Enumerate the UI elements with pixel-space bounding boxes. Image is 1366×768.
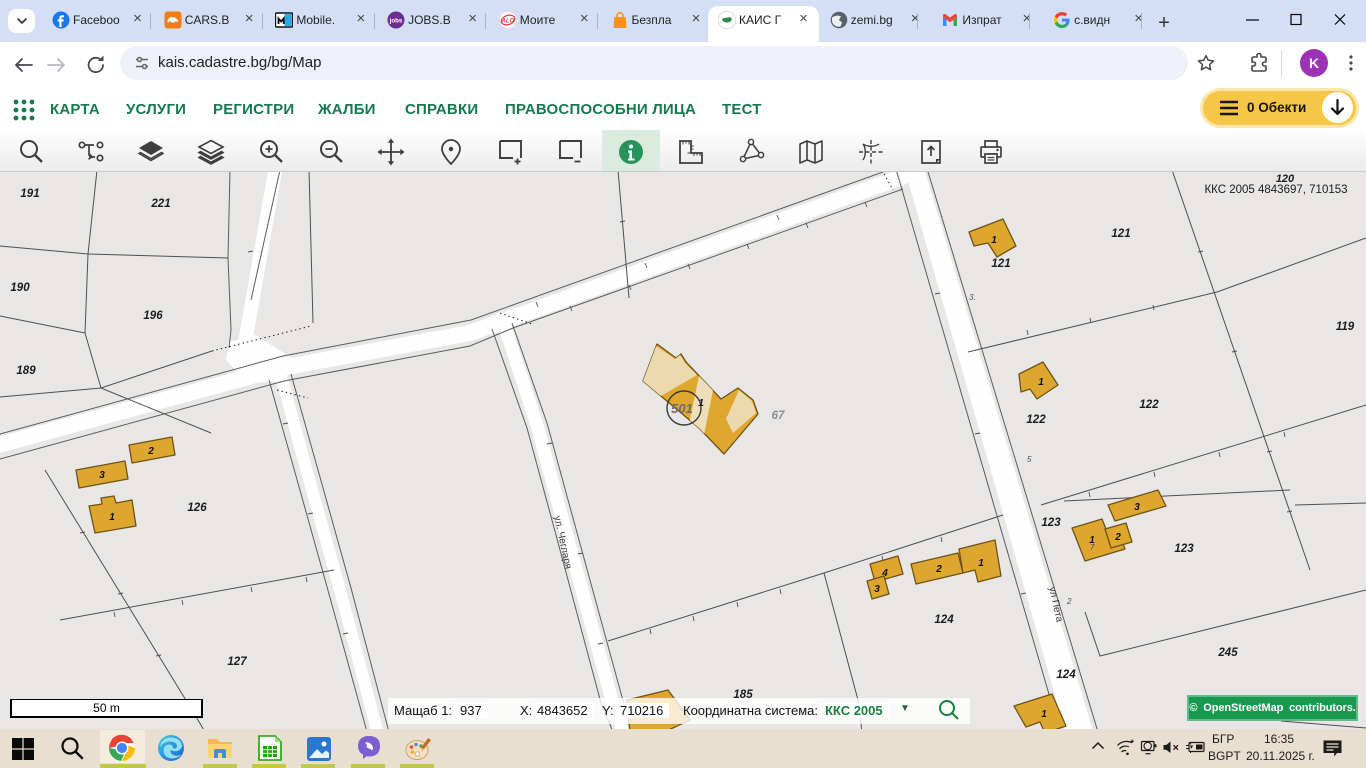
svg-text:245: 245 <box>1217 647 1238 659</box>
svg-text:126: 126 <box>187 502 207 514</box>
svg-text:3.: 3. <box>969 293 976 302</box>
svg-text:189: 189 <box>16 365 36 377</box>
svg-text:121: 121 <box>1111 228 1130 240</box>
svg-text:1: 1 <box>991 235 997 246</box>
svg-text:124: 124 <box>934 614 954 626</box>
svg-text:67: 67 <box>772 410 785 422</box>
svg-text:123: 123 <box>1174 543 1194 555</box>
svg-text:1: 1 <box>698 397 704 409</box>
svg-text:3: 3 <box>99 470 105 481</box>
svg-text:124: 124 <box>1056 669 1076 681</box>
svg-text:122: 122 <box>1139 399 1159 411</box>
svg-text:3: 3 <box>1134 502 1140 513</box>
svg-text:221: 221 <box>150 198 170 210</box>
svg-text:2: 2 <box>1114 532 1121 543</box>
svg-text:7: 7 <box>1090 543 1095 552</box>
svg-text:1: 1 <box>1038 377 1044 388</box>
svg-text:2: 2 <box>1066 597 1072 606</box>
svg-text:1: 1 <box>109 512 115 523</box>
svg-text:2: 2 <box>147 446 154 457</box>
svg-text:123: 123 <box>1041 517 1061 529</box>
svg-text:jobs: jobs <box>389 18 403 25</box>
svg-text:3: 3 <box>874 584 880 595</box>
svg-text:190: 190 <box>10 282 30 294</box>
svg-text:127: 127 <box>227 656 247 668</box>
svg-text:196: 196 <box>143 310 163 322</box>
svg-text:1: 1 <box>1041 709 1047 720</box>
svg-text:5: 5 <box>1027 455 1032 464</box>
svg-text:4: 4 <box>881 568 888 579</box>
svg-text:ККС 2005 4843697, 710153: ККС 2005 4843697, 710153 <box>1204 184 1347 196</box>
svg-text:119: 119 <box>1336 321 1355 333</box>
svg-text:2: 2 <box>935 564 942 575</box>
svg-text:501: 501 <box>671 401 693 416</box>
svg-text:122: 122 <box>1026 414 1046 426</box>
svg-text:1: 1 <box>978 558 984 569</box>
svg-text:121: 121 <box>991 258 1010 270</box>
svg-text:ALO: ALO <box>500 18 514 24</box>
svg-text:191: 191 <box>20 188 39 200</box>
